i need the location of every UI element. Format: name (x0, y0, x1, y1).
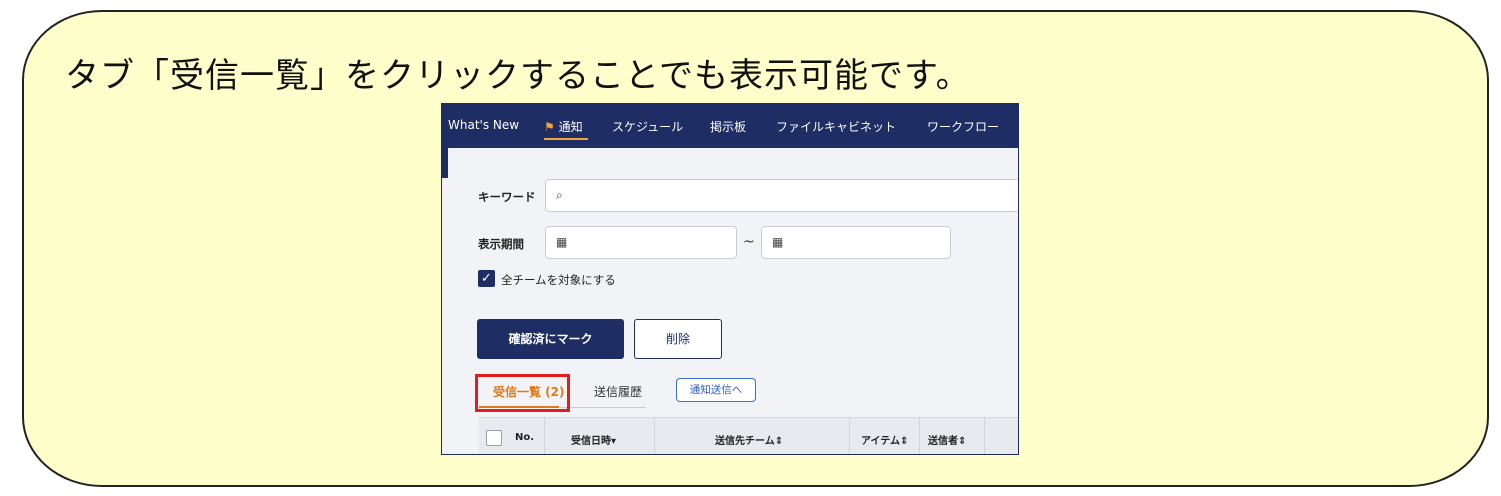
nav-notifications[interactable]: ⚑ 通知 (544, 118, 583, 135)
nav-notifications-label: 通知 (558, 120, 583, 134)
nav-whats-new[interactable]: What's New (448, 118, 519, 132)
nav-active-underline (544, 138, 588, 140)
tab-sent-history[interactable]: 送信履歴 (594, 383, 642, 400)
all-teams-label: 全チームを対象にする (501, 273, 616, 287)
calendar-icon: ▦ (772, 235, 784, 249)
period-label: 表示期間 (478, 237, 524, 251)
main-content: キーワード ⌕ 表示期間 ▦ ~ ▦ ✓ 全チームを対象にする 確認済にマーク … (448, 148, 1018, 454)
delete-button[interactable]: 削除 (634, 319, 722, 359)
nav-file-cabinet[interactable]: ファイルキャビネット (776, 118, 896, 135)
select-all-checkbox[interactable] (486, 430, 502, 446)
col-no: No. (515, 432, 535, 443)
flag-icon: ⚑ (544, 120, 555, 134)
mark-confirmed-button[interactable]: 確認済にマーク (477, 319, 624, 359)
keyword-label: キーワード (478, 190, 536, 204)
keyword-input[interactable]: ⌕ (545, 179, 1018, 212)
nav-schedule[interactable]: スケジュール (612, 118, 683, 135)
col-received-at[interactable]: 受信日時▾ (571, 432, 616, 447)
nav-workflow[interactable]: ワークフロー (927, 118, 999, 135)
table-header: No. 受信日時▾ 送信先チーム⇕ アイテム⇕ 送信者⇕ (479, 417, 1018, 454)
highlight-box (475, 374, 570, 412)
instruction-caption: タブ「受信一覧」をクリックすることでも表示可能です。 (65, 56, 971, 96)
col-item[interactable]: アイテム⇕ (861, 432, 908, 447)
search-icon: ⌕ (556, 188, 563, 202)
column-divider (654, 418, 655, 454)
period-from-input[interactable]: ▦ (545, 226, 737, 259)
nav-bulletin-board[interactable]: 掲示板 (710, 118, 746, 135)
all-teams-checkbox[interactable]: ✓ (478, 270, 495, 287)
col-destination-team[interactable]: 送信先チーム⇕ (715, 432, 783, 447)
period-to-input[interactable]: ▦ (761, 226, 951, 259)
app-screenshot: What's New ⚑ 通知 スケジュール 掲示板 ファイルキャビネット ワー… (441, 103, 1019, 455)
period-separator: ~ (743, 234, 755, 250)
top-navigation: What's New ⚑ 通知 スケジュール 掲示板 ファイルキャビネット ワー… (442, 104, 1018, 148)
send-notification-button[interactable]: 通知送信へ (676, 378, 756, 402)
column-divider (544, 418, 545, 454)
column-divider (919, 418, 920, 454)
column-divider (849, 418, 850, 454)
calendar-icon: ▦ (556, 235, 568, 249)
col-sender[interactable]: 送信者⇕ (928, 432, 966, 447)
column-divider (984, 418, 985, 454)
